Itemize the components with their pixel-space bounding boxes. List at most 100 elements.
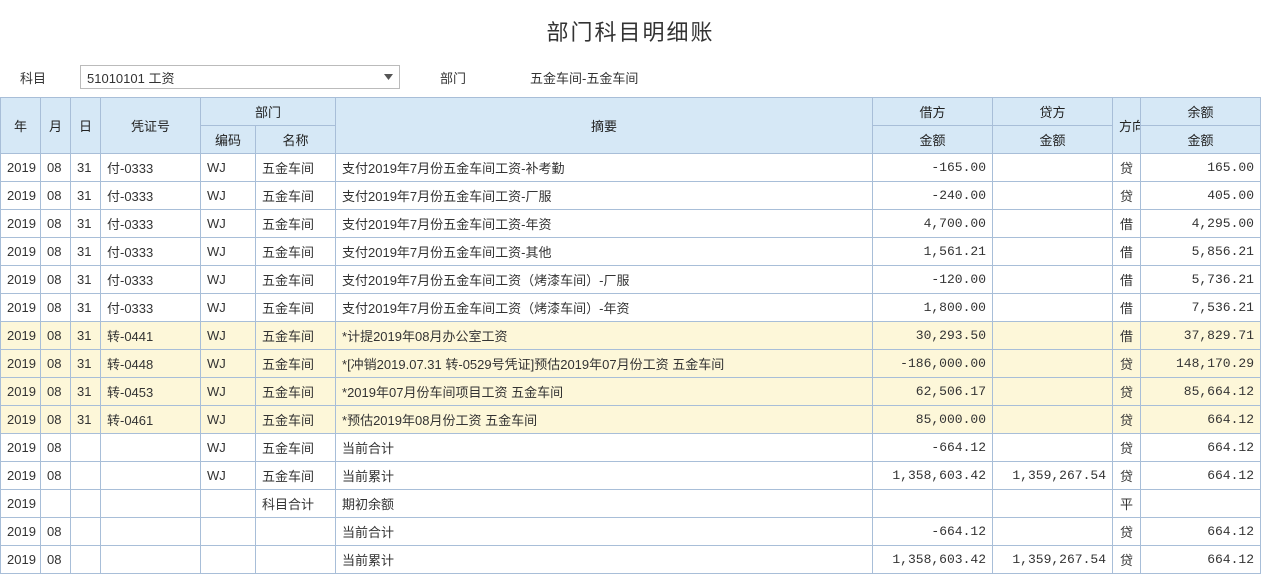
col-dept-code[interactable]: 编码	[201, 126, 256, 154]
col-balance-amount[interactable]: 金额	[1141, 126, 1261, 154]
cell-deptname	[256, 518, 336, 546]
cell-day	[71, 462, 101, 490]
col-debit[interactable]: 借方	[873, 98, 993, 126]
table-row[interactable]: 20190831转-0448WJ五金车间*[冲销2019.07.31 转-052…	[1, 350, 1261, 378]
cell-deptcode: WJ	[201, 182, 256, 210]
ledger-table: 年 月 日 凭证号 部门 摘要 借方 贷方 方向 余额 编码 名称 金额 金额 …	[0, 97, 1261, 574]
cell-debit: 1,561.21	[873, 238, 993, 266]
cell-voucher: 转-0461	[101, 406, 201, 434]
col-dept-name[interactable]: 名称	[256, 126, 336, 154]
cell-year: 2019	[1, 182, 41, 210]
table-row[interactable]: 20190831付-0333WJ五金车间支付2019年7月份五金车间工资-其他1…	[1, 238, 1261, 266]
table-row[interactable]: 201908当前合计-664.12贷664.12	[1, 518, 1261, 546]
cell-debit: 1,358,603.42	[873, 462, 993, 490]
cell-summary: 支付2019年7月份五金车间工资-厂服	[336, 182, 873, 210]
table-row[interactable]: 20190831转-0453WJ五金车间*2019年07月份车间项目工资 五金车…	[1, 378, 1261, 406]
cell-day: 31	[71, 406, 101, 434]
cell-deptcode: WJ	[201, 378, 256, 406]
table-row[interactable]: 201908WJ五金车间当前累计1,358,603.421,359,267.54…	[1, 462, 1261, 490]
cell-credit: 1,359,267.54	[993, 546, 1113, 574]
cell-deptname: 五金车间	[256, 210, 336, 238]
col-debit-amount[interactable]: 金额	[873, 126, 993, 154]
cell-deptcode: WJ	[201, 238, 256, 266]
cell-day: 31	[71, 154, 101, 182]
cell-year: 2019	[1, 350, 41, 378]
cell-voucher	[101, 434, 201, 462]
col-day[interactable]: 日	[71, 98, 101, 154]
table-row[interactable]: 20190831转-0441WJ五金车间*计提2019年08月办公室工资30,2…	[1, 322, 1261, 350]
cell-balance: 664.12	[1141, 406, 1261, 434]
cell-voucher	[101, 462, 201, 490]
cell-balance: 664.12	[1141, 462, 1261, 490]
cell-month: 08	[41, 406, 71, 434]
filter-bar: 科目 51010101 工资 部门 五金车间-五金车间	[0, 57, 1261, 97]
col-dept[interactable]: 部门	[201, 98, 336, 126]
table-row[interactable]: 20190831付-0333WJ五金车间支付2019年7月份五金车间工资（烤漆车…	[1, 266, 1261, 294]
col-credit-amount[interactable]: 金额	[993, 126, 1113, 154]
table-header: 年 月 日 凭证号 部门 摘要 借方 贷方 方向 余额 编码 名称 金额 金额 …	[1, 98, 1261, 154]
cell-day: 31	[71, 210, 101, 238]
cell-debit: -240.00	[873, 182, 993, 210]
cell-credit	[993, 238, 1113, 266]
col-summary[interactable]: 摘要	[336, 98, 873, 154]
cell-credit	[993, 266, 1113, 294]
cell-voucher: 付-0333	[101, 294, 201, 322]
cell-day	[71, 546, 101, 574]
cell-balance: 148,170.29	[1141, 350, 1261, 378]
cell-credit	[993, 322, 1113, 350]
cell-dir: 贷	[1113, 350, 1141, 378]
table-row[interactable]: 20190831付-0333WJ五金车间支付2019年7月份五金车间工资-厂服-…	[1, 182, 1261, 210]
cell-debit: -664.12	[873, 434, 993, 462]
cell-deptname: 五金车间	[256, 294, 336, 322]
col-month[interactable]: 月	[41, 98, 71, 154]
cell-voucher: 付-0333	[101, 210, 201, 238]
cell-month: 08	[41, 154, 71, 182]
cell-deptname: 五金车间	[256, 406, 336, 434]
cell-year: 2019	[1, 378, 41, 406]
cell-day	[71, 490, 101, 518]
cell-balance: 7,536.21	[1141, 294, 1261, 322]
cell-deptcode: WJ	[201, 350, 256, 378]
cell-summary: 当前累计	[336, 546, 873, 574]
cell-summary: 支付2019年7月份五金车间工资（烤漆车间）-厂服	[336, 266, 873, 294]
cell-month: 08	[41, 182, 71, 210]
cell-credit	[993, 210, 1113, 238]
cell-voucher: 转-0448	[101, 350, 201, 378]
cell-day: 31	[71, 350, 101, 378]
table-row[interactable]: 2019科目合计期初余额平	[1, 490, 1261, 518]
cell-year: 2019	[1, 518, 41, 546]
cell-year: 2019	[1, 266, 41, 294]
dept-value: 五金车间-五金车间	[530, 68, 638, 87]
cell-credit	[993, 490, 1113, 518]
table-row[interactable]: 201908当前累计1,358,603.421,359,267.54贷664.1…	[1, 546, 1261, 574]
table-row[interactable]: 20190831付-0333WJ五金车间支付2019年7月份五金车间工资（烤漆车…	[1, 294, 1261, 322]
cell-day: 31	[71, 294, 101, 322]
cell-year: 2019	[1, 154, 41, 182]
cell-voucher	[101, 518, 201, 546]
cell-day	[71, 434, 101, 462]
col-direction[interactable]: 方向	[1113, 98, 1141, 154]
cell-balance: 5,736.21	[1141, 266, 1261, 294]
table-row[interactable]: 20190831付-0333WJ五金车间支付2019年7月份五金车间工资-补考勤…	[1, 154, 1261, 182]
cell-year: 2019	[1, 434, 41, 462]
cell-debit: 4,700.00	[873, 210, 993, 238]
subject-select[interactable]: 51010101 工资	[80, 65, 400, 89]
cell-voucher: 付-0333	[101, 266, 201, 294]
col-credit[interactable]: 贷方	[993, 98, 1113, 126]
cell-voucher: 转-0453	[101, 378, 201, 406]
cell-deptname: 五金车间	[256, 182, 336, 210]
cell-dir: 借	[1113, 294, 1141, 322]
table-row[interactable]: 20190831转-0461WJ五金车间*预估2019年08月份工资 五金车间8…	[1, 406, 1261, 434]
col-voucher[interactable]: 凭证号	[101, 98, 201, 154]
cell-deptcode	[201, 546, 256, 574]
col-balance[interactable]: 余额	[1141, 98, 1261, 126]
cell-deptname: 五金车间	[256, 238, 336, 266]
cell-year: 2019	[1, 238, 41, 266]
col-year[interactable]: 年	[1, 98, 41, 154]
cell-month: 08	[41, 266, 71, 294]
table-row[interactable]: 20190831付-0333WJ五金车间支付2019年7月份五金车间工资-年资4…	[1, 210, 1261, 238]
cell-debit	[873, 490, 993, 518]
table-row[interactable]: 201908WJ五金车间当前合计-664.12贷664.12	[1, 434, 1261, 462]
cell-month: 08	[41, 350, 71, 378]
cell-summary: 支付2019年7月份五金车间工资（烤漆车间）-年资	[336, 294, 873, 322]
